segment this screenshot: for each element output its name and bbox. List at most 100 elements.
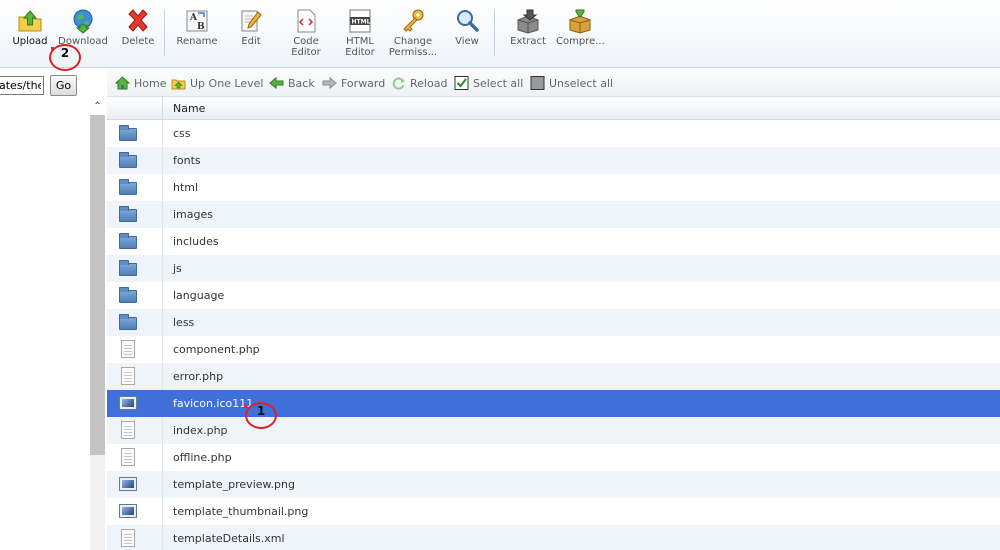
folder-icon	[119, 179, 137, 195]
table-row[interactable]: templateDetails.xml	[107, 525, 1000, 550]
scroll-up-arrow-icon[interactable]: ⌃	[90, 100, 105, 114]
view-button[interactable]: View	[450, 8, 484, 60]
html-editor-button[interactable]: HTML HTML Editor	[340, 8, 380, 60]
table-row[interactable]: includes	[107, 228, 1000, 255]
row-icon-cell	[107, 498, 163, 525]
file-name[interactable]: fonts	[173, 154, 201, 167]
row-icon-cell	[107, 444, 163, 471]
document-file-icon	[121, 448, 135, 466]
unselect-all-link[interactable]: Unselect all	[530, 76, 613, 92]
file-name[interactable]: language	[173, 289, 224, 302]
row-icon-cell	[107, 147, 163, 174]
file-name[interactable]: includes	[173, 235, 219, 248]
table-row[interactable]: images	[107, 201, 1000, 228]
home-link[interactable]: Home	[114, 76, 166, 92]
folder-icon	[119, 152, 137, 168]
table-row[interactable]: css	[107, 120, 1000, 147]
upload-button[interactable]: Upload	[9, 8, 51, 60]
folder-icon	[119, 314, 137, 330]
tree-scrollbar[interactable]	[90, 115, 105, 550]
file-name[interactable]: images	[173, 208, 213, 221]
row-icon-cell	[107, 390, 163, 417]
callout-marker-dot	[51, 47, 54, 50]
compress-button[interactable]: Compre...	[556, 8, 605, 60]
table-row[interactable]: favicon.ico111	[107, 390, 1000, 417]
toolbar-separator	[494, 10, 495, 56]
image-file-icon	[119, 477, 137, 491]
row-icon-cell	[107, 363, 163, 390]
select-all-link[interactable]: Select all	[454, 76, 523, 92]
up-one-level-link[interactable]: Up One Level	[171, 76, 263, 92]
table-row[interactable]: fonts	[107, 147, 1000, 174]
html-icon-text: HTML	[352, 19, 371, 26]
path-input[interactable]	[0, 76, 44, 95]
file-name[interactable]: index.php	[173, 424, 228, 437]
table-row[interactable]: template_preview.png	[107, 471, 1000, 498]
row-icon-cell	[107, 201, 163, 228]
row-icon-cell	[107, 417, 163, 444]
file-name[interactable]: component.php	[173, 343, 260, 356]
file-name[interactable]: favicon.ico111	[173, 397, 253, 410]
go-button[interactable]: Go	[50, 75, 77, 96]
change-permissions-button[interactable]: Change Permiss...	[388, 8, 438, 60]
table-row[interactable]: component.php	[107, 336, 1000, 363]
rename-icon: A B	[184, 8, 210, 34]
table-row[interactable]: offline.php	[107, 444, 1000, 471]
rename-button[interactable]: A B Rename	[174, 8, 220, 60]
table-row[interactable]: less	[107, 309, 1000, 336]
compress-icon	[567, 8, 593, 34]
document-file-icon	[121, 367, 135, 385]
key-icon	[400, 8, 426, 34]
row-icon-cell	[107, 282, 163, 309]
checked-checkbox-icon	[454, 76, 469, 90]
table-row[interactable]: template_thumbnail.png	[107, 498, 1000, 525]
reload-icon	[391, 76, 406, 90]
edit-button[interactable]: Edit	[234, 8, 268, 60]
file-name[interactable]: js	[173, 262, 182, 275]
image-file-icon	[119, 396, 137, 410]
folder-up-icon	[171, 76, 186, 90]
home-icon	[114, 76, 131, 90]
file-name[interactable]: error.php	[173, 370, 223, 383]
code-editor-icon	[293, 8, 319, 34]
table-row[interactable]: language	[107, 282, 1000, 309]
directory-tree-panel: Go ⌃	[0, 69, 107, 550]
forward-link[interactable]: Forward	[322, 76, 385, 92]
delete-button[interactable]: Delete	[118, 8, 158, 60]
file-name[interactable]: templateDetails.xml	[173, 532, 285, 545]
delete-icon	[125, 8, 151, 34]
file-name[interactable]: offline.php	[173, 451, 232, 464]
table-row[interactable]: error.php	[107, 363, 1000, 390]
row-icon-cell	[107, 471, 163, 498]
extract-icon	[515, 8, 541, 34]
file-name[interactable]: css	[173, 127, 191, 140]
row-icon-cell	[107, 174, 163, 201]
file-name[interactable]: less	[173, 316, 194, 329]
magnifier-icon	[454, 8, 480, 34]
toolbar-separator	[164, 10, 165, 56]
column-header-name[interactable]: Name	[173, 102, 205, 115]
extract-button[interactable]: Extract	[506, 8, 550, 60]
table-header: Name	[107, 97, 1000, 120]
row-icon-cell	[107, 309, 163, 336]
file-name[interactable]: html	[173, 181, 198, 194]
file-name[interactable]: template_thumbnail.png	[173, 505, 308, 518]
table-row[interactable]: js	[107, 255, 1000, 282]
callout-marker-1: 1	[245, 402, 277, 429]
reload-link[interactable]: Reload	[391, 76, 447, 92]
unchecked-checkbox-icon	[530, 76, 545, 90]
download-icon	[70, 8, 96, 34]
folder-icon	[119, 125, 137, 141]
code-editor-button[interactable]: Code Editor	[286, 8, 326, 60]
svg-text:B: B	[197, 22, 205, 32]
forward-arrow-icon	[322, 76, 337, 90]
back-link[interactable]: Back	[269, 76, 315, 92]
file-rows: css fonts html images includes js language less…	[107, 120, 1000, 550]
document-file-icon	[121, 529, 135, 547]
folder-icon	[119, 260, 137, 276]
table-row[interactable]: html	[107, 174, 1000, 201]
table-row[interactable]: index.php	[107, 417, 1000, 444]
file-name[interactable]: template_preview.png	[173, 478, 295, 491]
callout-marker-dot	[244, 405, 247, 408]
tree-scrollbar-thumb[interactable]	[90, 115, 105, 455]
